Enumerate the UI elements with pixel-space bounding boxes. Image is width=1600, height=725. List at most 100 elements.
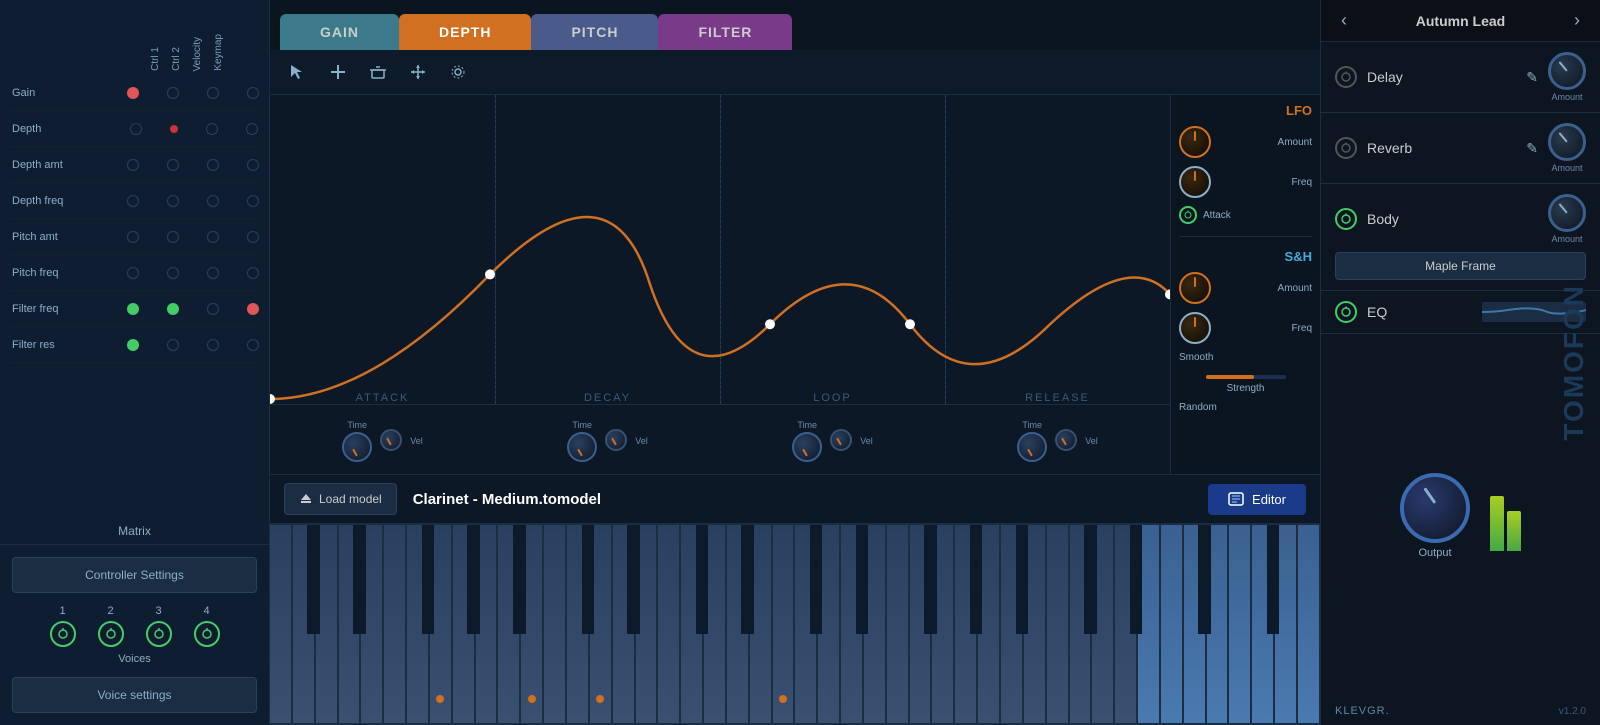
- dot[interactable]: [127, 267, 139, 279]
- output-knob[interactable]: [1400, 473, 1470, 543]
- dot[interactable]: [167, 195, 179, 207]
- key[interactable]: [841, 525, 863, 725]
- plus-icon[interactable]: [324, 58, 352, 86]
- editor-button[interactable]: Editor: [1208, 484, 1306, 515]
- delay-edit-icon[interactable]: ✎: [1526, 69, 1538, 86]
- key[interactable]: [658, 525, 680, 725]
- dot[interactable]: [127, 339, 139, 351]
- tab-gain[interactable]: GAIN: [280, 14, 399, 50]
- dot[interactable]: [167, 159, 179, 171]
- controller-settings-button[interactable]: Controller Settings: [12, 557, 257, 593]
- dot[interactable]: [207, 195, 219, 207]
- voice-power-1[interactable]: [50, 621, 76, 647]
- dot[interactable]: [247, 87, 259, 99]
- tab-filter[interactable]: FILTER: [658, 14, 792, 50]
- dot[interactable]: [207, 303, 219, 315]
- key[interactable]: [384, 525, 406, 725]
- key[interactable]: [727, 525, 749, 725]
- dot[interactable]: [170, 125, 178, 133]
- key[interactable]: [544, 525, 566, 725]
- dot[interactable]: [207, 231, 219, 243]
- dot[interactable]: [127, 195, 139, 207]
- tab-pitch[interactable]: PITCH: [531, 14, 658, 50]
- dot[interactable]: [207, 339, 219, 351]
- sh-freq-knob[interactable]: [1179, 312, 1211, 344]
- key[interactable]: [795, 525, 817, 725]
- dot[interactable]: [130, 123, 142, 135]
- dot[interactable]: [127, 303, 139, 315]
- dot[interactable]: [207, 267, 219, 279]
- key[interactable]: [1161, 525, 1183, 725]
- key[interactable]: [681, 525, 703, 725]
- body-power-button[interactable]: [1335, 208, 1357, 230]
- loop-time-knob2[interactable]: [830, 429, 852, 451]
- dot[interactable]: [127, 231, 139, 243]
- key[interactable]: [407, 525, 429, 725]
- key[interactable]: [1115, 525, 1137, 725]
- voice-settings-button[interactable]: Voice settings: [12, 677, 257, 713]
- voice-power-3[interactable]: [146, 621, 172, 647]
- release-time-knob2[interactable]: [1055, 429, 1077, 451]
- key[interactable]: [613, 525, 635, 725]
- dot[interactable]: [247, 339, 259, 351]
- dot[interactable]: [247, 195, 259, 207]
- key[interactable]: [1298, 525, 1320, 725]
- key[interactable]: [1001, 525, 1023, 725]
- lfo-power-btn[interactable]: [1179, 206, 1197, 224]
- key[interactable]: [293, 525, 315, 725]
- settings-icon[interactable]: [444, 58, 472, 86]
- reverb-power-button[interactable]: [1335, 137, 1357, 159]
- dot[interactable]: [167, 87, 179, 99]
- dot[interactable]: [247, 159, 259, 171]
- dot[interactable]: [167, 339, 179, 351]
- strength-slider[interactable]: [1206, 375, 1286, 379]
- dot[interactable]: [246, 123, 258, 135]
- release-time-knob[interactable]: [1017, 432, 1047, 462]
- dot[interactable]: [207, 159, 219, 171]
- body-selector[interactable]: Maple Frame: [1335, 252, 1586, 280]
- key[interactable]: [453, 525, 475, 725]
- key[interactable]: [270, 525, 292, 725]
- voice-power-4[interactable]: [194, 621, 220, 647]
- dot[interactable]: [207, 87, 219, 99]
- prev-preset-button[interactable]: ‹: [1337, 10, 1351, 31]
- load-model-button[interactable]: Load model: [284, 483, 397, 515]
- dot[interactable]: [247, 231, 259, 243]
- dot[interactable]: [167, 267, 179, 279]
- lfo-freq-knob[interactable]: [1179, 166, 1211, 198]
- eq-power-button[interactable]: [1335, 301, 1357, 323]
- next-preset-button[interactable]: ›: [1570, 10, 1584, 31]
- dot[interactable]: [127, 87, 139, 99]
- key[interactable]: [1229, 525, 1251, 725]
- dot[interactable]: [167, 231, 179, 243]
- key[interactable]: [1252, 525, 1274, 725]
- move-icon[interactable]: [404, 58, 432, 86]
- decay-time-knob[interactable]: [567, 432, 597, 462]
- dot[interactable]: [247, 303, 259, 315]
- dot[interactable]: [247, 267, 259, 279]
- attack-time-knob[interactable]: [342, 432, 372, 462]
- tab-depth[interactable]: DEPTH: [399, 14, 531, 50]
- voice-power-2[interactable]: [98, 621, 124, 647]
- key[interactable]: [1047, 525, 1069, 725]
- key[interactable]: [1184, 525, 1206, 725]
- reverb-edit-icon[interactable]: ✎: [1526, 140, 1538, 157]
- key[interactable]: [910, 525, 932, 725]
- key[interactable]: [773, 525, 795, 725]
- dot[interactable]: [167, 303, 179, 315]
- delete-icon[interactable]: [364, 58, 392, 86]
- cursor-icon[interactable]: [284, 58, 312, 86]
- sh-amount-knob[interactable]: [1179, 272, 1211, 304]
- key[interactable]: [1070, 525, 1092, 725]
- dot[interactable]: [127, 159, 139, 171]
- key[interactable]: [955, 525, 977, 725]
- lfo-amount-knob[interactable]: [1179, 126, 1211, 158]
- decay-time-knob2[interactable]: [605, 429, 627, 451]
- key[interactable]: [339, 525, 361, 725]
- loop-time-knob[interactable]: [792, 432, 822, 462]
- attack-time-knob2[interactable]: [380, 429, 402, 451]
- key[interactable]: [887, 525, 909, 725]
- key[interactable]: [498, 525, 520, 725]
- key[interactable]: [567, 525, 589, 725]
- dot[interactable]: [206, 123, 218, 135]
